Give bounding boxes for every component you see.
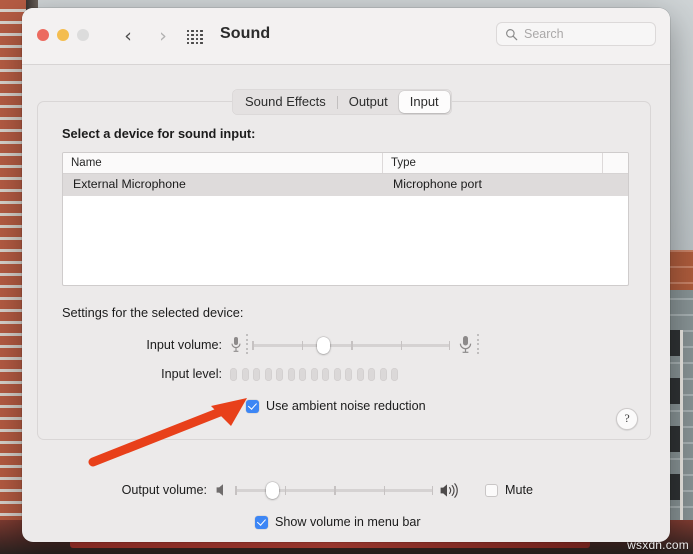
level-segment bbox=[276, 367, 283, 381]
ambient-noise-reduction-label: Use ambient noise reduction bbox=[266, 399, 426, 413]
level-segment bbox=[379, 367, 387, 381]
settings-label: Settings for the selected device: bbox=[62, 305, 244, 320]
forward-button[interactable]: › bbox=[152, 25, 174, 47]
back-button[interactable]: ‹ bbox=[117, 25, 139, 47]
slider-tick bbox=[284, 486, 286, 495]
ambient-noise-reduction-checkbox[interactable] bbox=[246, 399, 259, 413]
speaker-loud-icon bbox=[440, 482, 458, 498]
close-button[interactable] bbox=[37, 29, 49, 41]
window-titlebar: ‹ › Sound bbox=[22, 8, 670, 65]
page-title: Sound bbox=[220, 25, 271, 42]
slider-tick bbox=[448, 340, 451, 350]
tab-input[interactable]: Input bbox=[398, 91, 450, 113]
show-all-preferences-grid-icon[interactable] bbox=[187, 30, 203, 45]
input-level-meter bbox=[230, 367, 398, 381]
device-table[interactable]: Name Type External Microphone Microphone… bbox=[62, 152, 629, 286]
slider-tick bbox=[351, 340, 353, 350]
help-button[interactable]: ? bbox=[616, 408, 638, 430]
level-segment bbox=[253, 367, 260, 381]
level-segment bbox=[299, 367, 306, 381]
level-segment bbox=[391, 367, 398, 381]
level-segment bbox=[230, 367, 237, 381]
column-header-type[interactable]: Type bbox=[383, 153, 603, 173]
column-header-extra[interactable] bbox=[603, 153, 628, 173]
slider-tick bbox=[400, 340, 403, 350]
slider-tick bbox=[334, 486, 336, 495]
microphone-level-dots-left bbox=[246, 334, 249, 355]
slider-tick bbox=[252, 340, 254, 350]
input-volume-row: Input volume: bbox=[62, 334, 632, 355]
microphone-icon bbox=[459, 336, 472, 353]
search-input[interactable] bbox=[524, 27, 647, 41]
device-type-cell: Microphone port bbox=[393, 177, 482, 191]
microphone-level-dots-right bbox=[477, 334, 480, 355]
tab-output[interactable]: Output bbox=[338, 91, 399, 113]
search-icon bbox=[506, 28, 518, 40]
output-volume-row: Output volume: Mute bbox=[37, 481, 657, 499]
search-field[interactable] bbox=[496, 22, 656, 46]
speaker-muted-icon bbox=[216, 484, 223, 496]
traffic-light-group bbox=[37, 29, 89, 41]
mute-checkbox[interactable] bbox=[485, 483, 498, 497]
show-volume-row: Show volume in menu bar bbox=[37, 515, 657, 529]
level-segment bbox=[310, 367, 318, 381]
input-volume-slider[interactable] bbox=[252, 336, 451, 354]
slider-tick bbox=[431, 486, 433, 495]
input-level-label: Input level: bbox=[161, 367, 222, 381]
slider-thumb[interactable] bbox=[316, 336, 330, 354]
level-segment bbox=[368, 367, 375, 381]
watermark: wsxdn.com bbox=[627, 538, 689, 552]
input-level-row: Input level: bbox=[62, 367, 632, 381]
noise-reduction-row: Use ambient noise reduction bbox=[62, 399, 632, 413]
level-segment bbox=[356, 367, 364, 381]
segmented-tab-bar: Sound Effects Output Input bbox=[232, 89, 452, 115]
device-name-cell: External Microphone bbox=[73, 177, 186, 191]
level-segment bbox=[333, 367, 341, 381]
show-volume-in-menu-bar-label: Show volume in menu bar bbox=[275, 515, 421, 529]
slider-tick bbox=[235, 486, 237, 495]
level-segment bbox=[287, 367, 295, 381]
table-row[interactable]: External Microphone Microphone port bbox=[63, 174, 628, 196]
input-settings-panel: Select a device for sound input: Name Ty… bbox=[37, 101, 651, 440]
slider-thumb[interactable] bbox=[266, 482, 280, 499]
mute-label: Mute bbox=[505, 483, 533, 497]
zoom-button[interactable] bbox=[77, 29, 89, 41]
tab-sound-effects[interactable]: Sound Effects bbox=[234, 91, 337, 113]
slider-tick bbox=[301, 340, 304, 350]
slider-tick bbox=[383, 486, 385, 495]
output-volume-label: Output volume: bbox=[121, 483, 207, 497]
level-segment bbox=[322, 367, 329, 381]
level-segment bbox=[264, 367, 272, 381]
sound-preferences-window: ‹ › Sound Sound Effects Output Input Sel… bbox=[22, 8, 670, 542]
show-volume-in-menu-bar-checkbox[interactable] bbox=[255, 515, 268, 529]
output-volume-slider[interactable] bbox=[235, 481, 433, 499]
select-device-label: Select a device for sound input: bbox=[62, 126, 256, 141]
microphone-icon bbox=[231, 337, 241, 352]
minimize-button[interactable] bbox=[57, 29, 69, 41]
level-segment bbox=[241, 367, 249, 381]
table-header-row: Name Type bbox=[63, 153, 628, 174]
level-segment bbox=[345, 367, 352, 381]
column-header-name[interactable]: Name bbox=[63, 153, 383, 173]
input-volume-label: Input volume: bbox=[146, 337, 222, 352]
